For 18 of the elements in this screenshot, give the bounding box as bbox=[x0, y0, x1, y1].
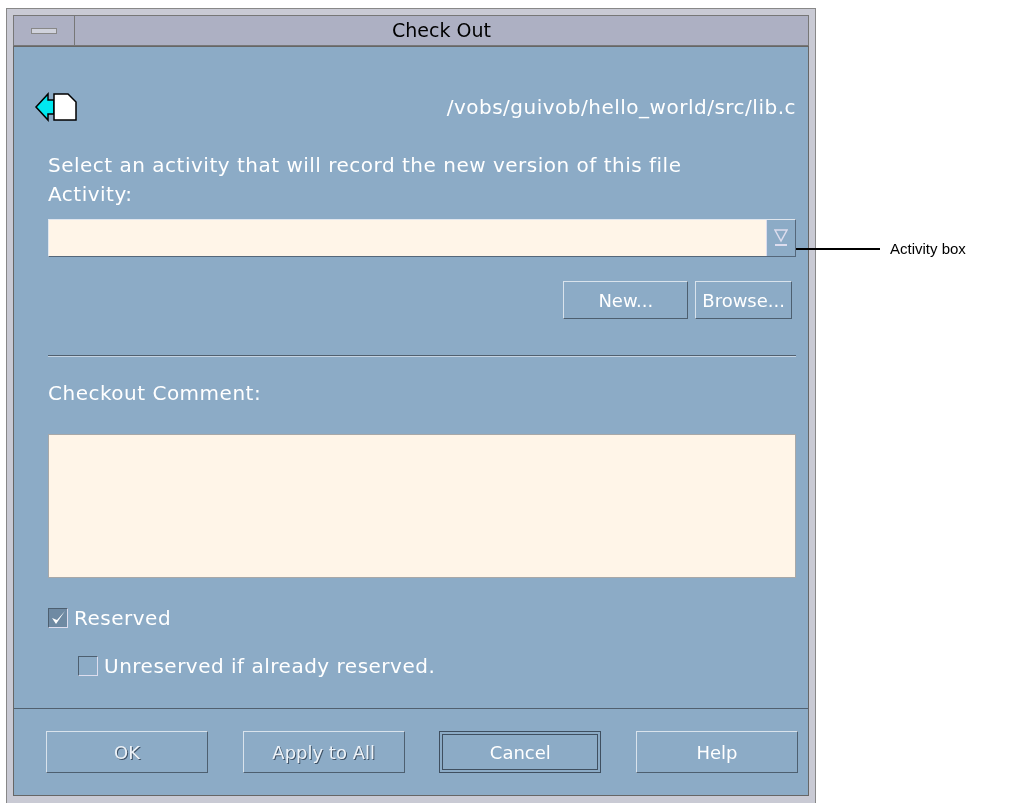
checkbox-label: Reserved bbox=[74, 606, 172, 630]
new-button[interactable]: New... bbox=[563, 281, 689, 319]
checkbox[interactable] bbox=[48, 608, 68, 628]
instruction-text: Select an activity that will record the new version of this file bbox=[48, 152, 683, 179]
activity-combo-box[interactable] bbox=[48, 219, 796, 257]
window-title: Check Out bbox=[391, 18, 492, 43]
dialog-button[interactable]: Help bbox=[635, 731, 798, 773]
dropdown-arrow-icon bbox=[774, 227, 788, 249]
checkout-file-icon bbox=[34, 90, 80, 124]
browse-button[interactable]: Browse... bbox=[695, 281, 792, 319]
checkbox[interactable] bbox=[78, 656, 98, 676]
callout-label: Activity box bbox=[890, 240, 966, 257]
checkbox-label: Unreserved if already reserved. bbox=[104, 654, 436, 678]
activity-label: Activity: bbox=[48, 181, 134, 208]
dialog-button[interactable]: Cancel bbox=[439, 731, 602, 773]
comment-field[interactable] bbox=[48, 434, 796, 578]
file-path: /vobs/guivob/hello_world/src/lib.c bbox=[446, 95, 796, 119]
comment-label: Checkout Comment: bbox=[48, 380, 263, 407]
